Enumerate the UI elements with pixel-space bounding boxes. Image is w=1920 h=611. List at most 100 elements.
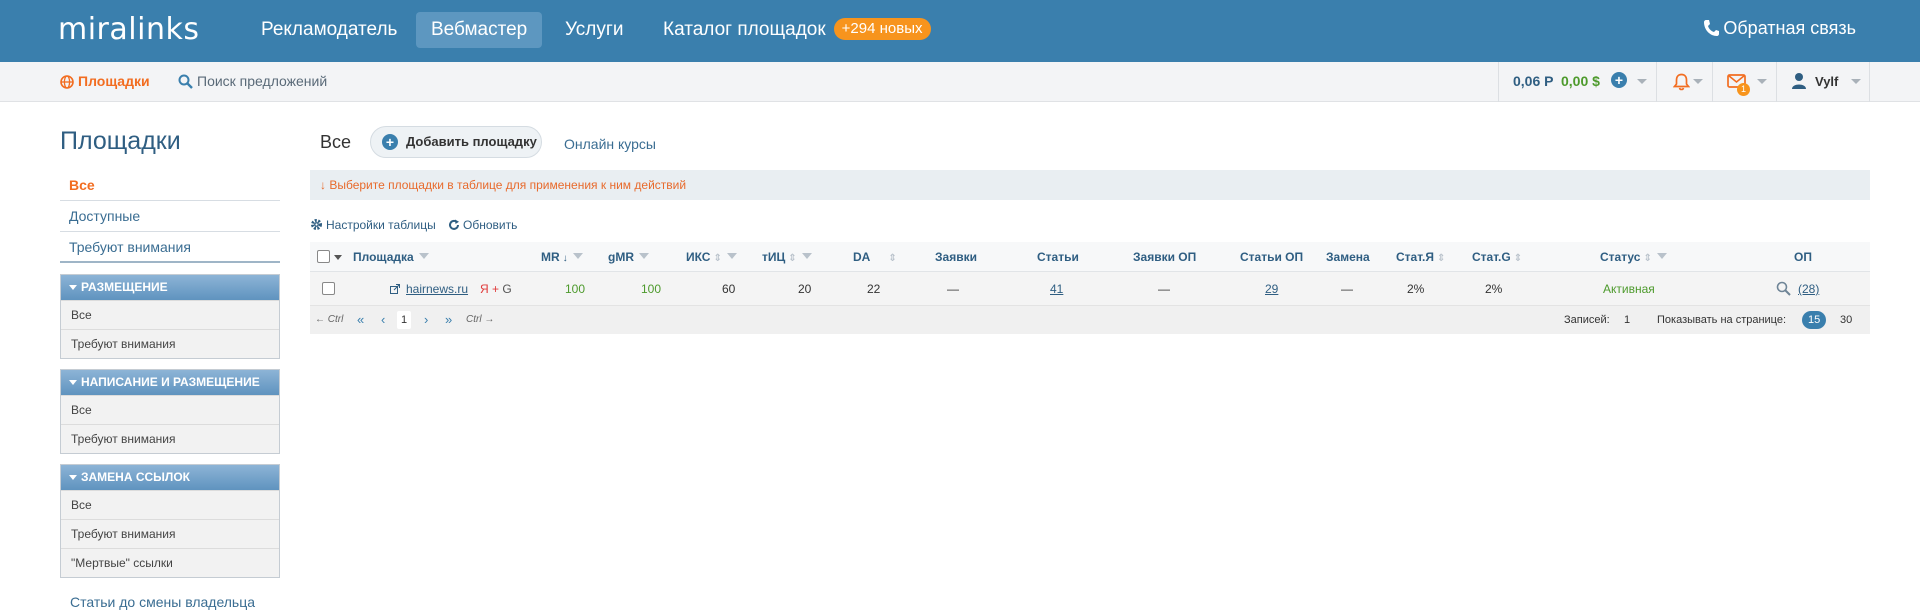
col-articles-op[interactable]: Статьи ОП [1240,242,1303,272]
row-checkbox[interactable] [322,282,335,295]
sort-icon: ⇕ [1513,253,1523,264]
search-icon[interactable] [1776,272,1791,306]
col-stat-y[interactable]: Стат.Я ⇕ [1396,242,1445,272]
triangle-down-icon [69,380,77,385]
gear-icon [311,219,322,230]
add-site-button[interactable]: + Добавить площадку [370,126,542,158]
cell-mr: 100 [565,282,586,296]
sidebar-main-filters: Все Доступные Требуют внимания [60,170,280,263]
refresh-button[interactable]: Обновить [448,218,517,232]
balance-rub: 0,06 Р [1513,73,1554,89]
col-gmr[interactable]: gMR [608,242,649,272]
select-all-checkbox[interactable] [317,250,330,263]
nav-advertiser[interactable]: Рекламодатель [246,12,412,48]
sidebar-item-attention[interactable]: Требуют внимания [60,232,280,263]
feedback-link[interactable]: Обратная связь [1703,18,1856,39]
col-status[interactable]: Статус ⇕ [1600,242,1667,272]
balance-panel[interactable]: 0,06 Р 0,00 $ + [1498,62,1656,102]
nav-webmaster[interactable]: Вебмастер [416,12,543,48]
sort-desc-icon: ↓ [562,253,568,264]
filter-icon[interactable] [418,253,429,259]
col-tic[interactable]: тИЦ ⇕ [762,242,812,272]
notifications-menu[interactable] [1656,62,1712,102]
selection-hint: ↓ Выберите площадки в таблице для примен… [310,170,1870,200]
col-op[interactable]: ОП [1794,242,1812,272]
external-link-icon[interactable] [390,272,400,306]
col-iks[interactable]: ИКС ⇕ [686,242,737,272]
table-header: Площадка MR ↓ gMR ИКС ⇕ тИЦ ⇕ DA ⇕ Заявки Ст… [310,242,1870,272]
col-articles[interactable]: Статьи [1037,242,1079,272]
search-engines-badge: Я + G [480,282,512,296]
group-item-attention[interactable]: Требуют внимания [61,329,279,358]
nav-catalog-label: Каталог площадок [663,19,826,40]
bell-icon [1673,73,1690,91]
col-stat-g[interactable]: Стат.G ⇕ [1472,242,1522,272]
filter-icon[interactable] [1656,253,1667,259]
last-page-button[interactable]: » [445,306,452,334]
col-mr[interactable]: MR ↓ [541,242,583,272]
group-header-link-replacement[interactable]: ЗАМЕНА ССЫЛОК [61,465,279,490]
cell-stat-y: 2% [1407,282,1425,296]
group-item-dead-links[interactable]: "Мертвые" ссылки [61,548,279,577]
tab-all[interactable]: Все [320,132,351,153]
group-item-all[interactable]: Все [61,395,279,424]
filter-icon[interactable] [639,253,649,259]
filter-icon[interactable] [572,253,583,259]
per-page-30[interactable]: 30 [1840,306,1852,334]
chevron-down-icon [1757,79,1767,84]
site-link[interactable]: hairnews.ru [406,272,468,306]
sidebar-item-all[interactable]: Все [60,170,280,201]
feedback-label: Обратная связь [1723,18,1856,38]
messages-menu[interactable]: 1 [1712,62,1776,102]
user-menu[interactable]: Vylf [1776,62,1870,102]
table-settings-button[interactable]: Настройки таблицы [310,218,436,232]
group-header-placement[interactable]: РАЗМЕЩЕНИЕ [61,275,279,300]
unread-count-badge: 1 [1737,83,1750,96]
cell-op[interactable]: (28) [1798,272,1819,306]
sidebar-group-placement: РАЗМЕЩЕНИЕ Все Требуют внимания [60,274,280,359]
group-item-all[interactable]: Все [61,300,279,329]
group-item-attention[interactable]: Требуют внимания [61,424,279,453]
logo[interactable]: miralinks [58,12,199,47]
sidebar-owner-change-articles[interactable]: Статьи до смены владельца [70,594,255,610]
cell-articles-op[interactable]: 29 [1265,272,1278,306]
chevron-down-icon[interactable] [334,255,342,260]
user-name: Vylf [1815,74,1839,89]
sidebar-group-writing: НАПИСАНИЕ И РАЗМЕЩЕНИЕ Все Требуют внима… [60,369,280,454]
current-page[interactable]: 1 [397,311,412,329]
top-navbar: miralinks Рекламодатель Вебмастер Услуги… [0,0,1920,62]
cell-stat-g: 2% [1485,282,1503,296]
col-requests-op[interactable]: Заявки ОП [1133,242,1196,272]
col-replace[interactable]: Замена [1326,242,1370,272]
cell-articles[interactable]: 41 [1050,272,1063,306]
group-title: РАЗМЕЩЕНИЕ [81,280,168,294]
sort-icon: ⇕ [1437,253,1446,264]
cell-requests: — [947,282,959,296]
pagination-bar: ← Ctrl « ‹ 1 › » Ctrl → Записей: 1 Показ… [310,306,1870,334]
table-settings-label: Настройки таблицы [326,218,436,232]
group-item-all[interactable]: Все [61,490,279,519]
col-requests[interactable]: Заявки [935,242,977,272]
first-page-button[interactable]: « [357,306,364,334]
nav-services[interactable]: Услуги [550,12,638,48]
next-page-button[interactable]: › [424,306,428,334]
col-site[interactable]: Площадка [353,242,429,272]
add-funds-icon[interactable]: + [1611,72,1627,88]
prev-page-button[interactable]: ‹ [381,306,385,334]
filter-icon[interactable] [801,253,812,259]
nav-catalog[interactable]: Каталог площадок +294 новых [648,12,946,48]
sidebar-item-available[interactable]: Доступные [60,201,280,232]
group-item-attention[interactable]: Требуют внимания [61,519,279,548]
filter-icon[interactable] [726,253,737,259]
online-courses-link[interactable]: Онлайн курсы [564,136,656,152]
group-header-writing[interactable]: НАПИСАНИЕ И РАЗМЕЩЕНИЕ [61,370,279,395]
next-ctrl-hint: Ctrl → [466,314,495,325]
chevron-down-icon [1693,79,1703,84]
balance-usd: 0,00 $ [1561,73,1600,89]
subnav-places[interactable]: Площадки [60,73,150,89]
cell-status: Активная [1603,282,1655,296]
refresh-label: Обновить [463,218,518,232]
per-page-15[interactable]: 15 [1802,311,1827,329]
col-da[interactable]: DA ⇕ [853,242,897,272]
subnav-search-offers[interactable]: Поиск предложений [178,73,327,89]
